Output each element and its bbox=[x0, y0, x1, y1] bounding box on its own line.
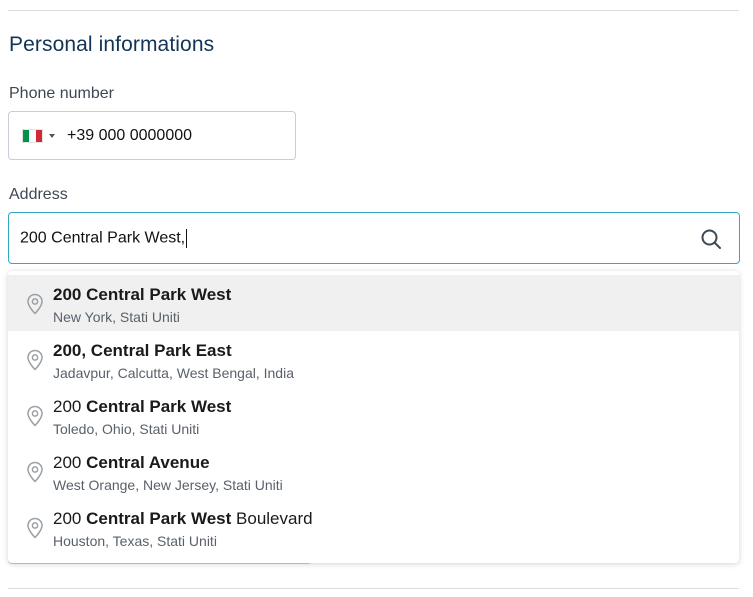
address-suggestions-dropdown: 200 Central Park West New York, Stati Uni… bbox=[8, 271, 739, 563]
suggestion-text: 200 bbox=[53, 453, 87, 472]
suggestion-primary-text: 200 Central Park West bbox=[53, 285, 231, 305]
phone-input[interactable]: +39 000 0000000 bbox=[67, 127, 192, 145]
suggestion-text: Boulevard bbox=[231, 509, 313, 528]
suggestion-item[interactable]: 200, Central Park East Jadavpur, Calcutta… bbox=[8, 331, 739, 387]
personal-info-form: Personal informations Phone number +39 0… bbox=[0, 0, 753, 597]
location-pin-icon bbox=[27, 405, 43, 427]
location-pin-icon bbox=[27, 517, 43, 539]
suggestion-match-text: Central Park West bbox=[86, 397, 232, 416]
suggestion-secondary-text: Jadavpur, Calcutta, West Bengal, India bbox=[53, 365, 294, 381]
location-pin-icon bbox=[27, 461, 43, 483]
top-divider bbox=[8, 10, 739, 11]
suggestion-item[interactable]: 200 Central Park West New York, Stati Uni… bbox=[8, 275, 739, 331]
phone-field[interactable]: +39 000 0000000 bbox=[8, 111, 296, 160]
address-input[interactable]: 200 Central Park West, bbox=[20, 228, 188, 248]
address-field[interactable]: 200 Central Park West, bbox=[8, 212, 740, 264]
suggestion-primary-text: 200 Central Park West Boulevard bbox=[53, 509, 313, 529]
suggestion-match-text: 200, Central Park East bbox=[53, 341, 232, 360]
suggestion-match-text: 200 Central Park West bbox=[53, 285, 232, 304]
location-pin-icon bbox=[27, 349, 43, 371]
suggestion-match-text: Central Park West bbox=[86, 509, 232, 528]
suggestion-item[interactable]: 200 Central Park West Toledo, Ohio, Stati… bbox=[8, 387, 739, 443]
suggestion-secondary-text: New York, Stati Uniti bbox=[53, 309, 180, 325]
suggestion-text: 200 bbox=[53, 397, 87, 416]
suggestion-match-text: Central Avenue bbox=[86, 453, 210, 472]
suggestion-primary-text: 200, Central Park East bbox=[53, 341, 232, 361]
suggestion-primary-text: 200 Central Avenue bbox=[53, 453, 210, 473]
bottom-divider bbox=[8, 588, 739, 589]
suggestion-secondary-text: West Orange, New Jersey, Stati Uniti bbox=[53, 477, 283, 493]
italy-flag-icon[interactable] bbox=[22, 128, 43, 143]
address-label: Address bbox=[9, 186, 68, 203]
text-cursor bbox=[186, 228, 188, 248]
search-icon[interactable] bbox=[699, 227, 723, 251]
location-pin-icon bbox=[27, 293, 43, 315]
suggestion-secondary-text: Toledo, Ohio, Stati Uniti bbox=[53, 421, 200, 437]
address-input-text: 200 Central Park West, bbox=[20, 229, 186, 247]
suggestion-text: 200 bbox=[53, 509, 87, 528]
suggestion-item[interactable]: 200 Central Avenue West Orange, New Jerse… bbox=[8, 443, 739, 499]
suggestion-item[interactable]: 200 Central Park West Boulevard Houston, … bbox=[8, 499, 739, 555]
section-title: Personal informations bbox=[9, 33, 215, 56]
phone-label: Phone number bbox=[9, 85, 114, 102]
suggestion-primary-text: 200 Central Park West bbox=[53, 397, 231, 417]
suggestion-secondary-text: Houston, Texas, Stati Uniti bbox=[53, 533, 217, 549]
chevron-down-icon[interactable] bbox=[49, 133, 55, 138]
